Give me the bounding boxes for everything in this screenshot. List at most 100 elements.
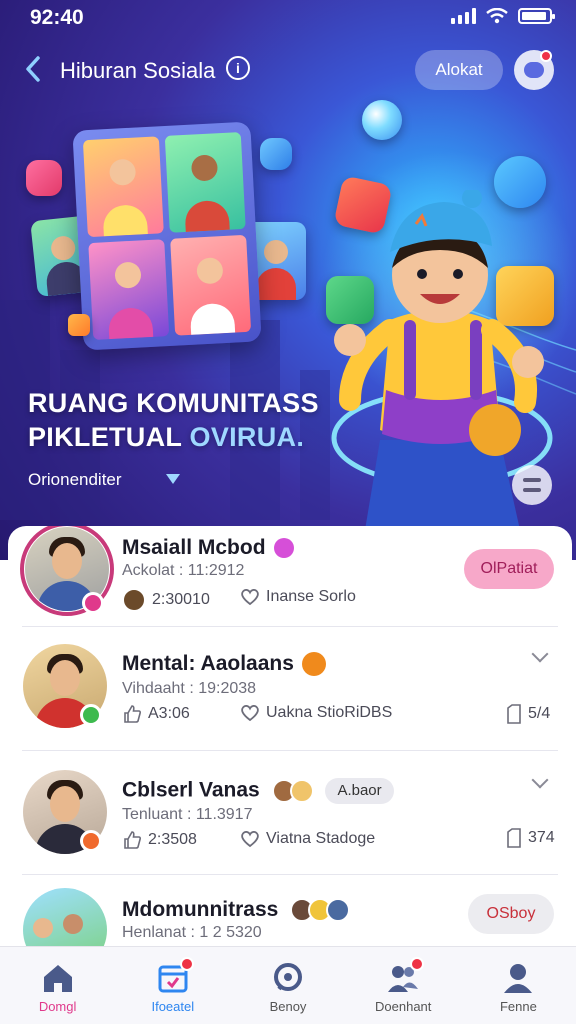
list-item-stat-likes[interactable]: A3:06 [122,704,190,724]
follow-button[interactable]: Alokat [415,50,503,90]
list-item-name: Mdomunnitrass [122,898,351,923]
stat-hearts-value: Viatna Stadoge [266,830,376,847]
notification-dot [410,957,425,971]
stat-members-value: 2:30010 [152,591,210,608]
document-icon [507,704,521,724]
count-value: 5/4 [528,705,551,722]
hero-filter-label[interactable]: Orionenditer [28,470,122,490]
tab-community-label: Doenhant [375,999,432,1014]
list-item[interactable]: Msaiall Mcbod Ackolat : 11:2912 2:30010 … [8,526,572,626]
hero-heading-line2-part: PIKLETUAL [28,422,190,452]
battery-icon [518,8,555,24]
hero-heading: RUANG KOMUNITASS PIKLETUAL OVIRUA. [28,386,319,454]
notification-dot [540,50,552,62]
chat-button[interactable] [514,50,554,90]
avatar-badge [80,830,102,852]
flame-badge-icon [301,652,326,677]
tab-home[interactable]: Domgl [0,947,115,1024]
list-item-name-text: Msaiall Mcbod [122,536,266,559]
chevron-down-icon[interactable] [531,645,549,663]
heart-outline-icon [241,831,259,848]
status-icons [451,8,555,24]
back-button[interactable] [18,52,48,86]
list-item-meta: Tenluant : 11.3917 [122,806,253,823]
heart-outline-icon [241,589,259,606]
chevron-left-icon [26,56,40,82]
divider [22,626,558,627]
member-avatar-icon [326,898,351,923]
community-list: Msaiall Mcbod Ackolat : 11:2912 2:30010 … [8,526,572,951]
list-item[interactable]: Mental: Aaolaans Vihdaaht : 19:2038 A3:0… [8,638,572,750]
list-item-stat-members: 2:30010 [122,588,210,612]
document-icon [507,828,521,848]
hero-heading-line2-accent: OVIRUA. [189,422,305,452]
tablet-video-grid-illustration [72,121,262,351]
status-bar: 92:40 [0,0,576,34]
list-item[interactable]: Mdomunnitrass Henlanat : 1 2 5320 OSboy [8,886,572,951]
tab-chat-label: Benoy [269,999,307,1014]
notification-dot [179,957,194,971]
calendar-icon [156,957,194,995]
bottom-navigation: Domgl Ifoeatel Benoy Doenhant Fenne [0,946,576,1024]
tab-events[interactable]: Ifoeatel [115,947,230,1024]
video-tile [164,132,246,233]
chevron-down-icon[interactable] [531,771,549,789]
list-item-stat-likes[interactable]: 2:3508 [122,830,197,850]
profile-icon [504,964,533,993]
verified-icon [273,538,294,559]
list-item-stat-likes[interactable]: Inanse Sorlo [240,588,356,606]
tab-chat[interactable]: Benoy [230,947,345,1024]
stat-likes-value: 2:3508 [148,831,197,848]
sticker-app-icon [68,314,90,336]
tab-profile-label: Fenne [499,999,537,1014]
avatar-badge [80,704,102,726]
avatar[interactable] [23,888,107,951]
avatar-badge [82,592,104,614]
list-item-stat-hearts[interactable]: Uakna StioRiDBS [240,704,392,722]
list-item-count: 374 [506,828,555,848]
info-icon[interactable]: i [226,56,250,80]
top-navigation: Hiburan Sosiala i Alokat [0,46,576,92]
list-item-name-text: Cblserl Vanas [122,778,260,802]
tab-community[interactable]: Doenhant [346,947,461,1024]
hero-banner: 92:40 Hiburan Sosiala i Alokat RUANG KOM… [0,0,576,560]
join-button[interactable]: OSboy [468,894,554,934]
list-item[interactable]: Cblserl Vanas A.baor Tenluant : 11.3917 … [8,762,572,874]
hero-heading-line1: RUANG KOMUNITASS [28,388,319,418]
thumbs-up-icon [124,705,141,723]
join-button[interactable]: OlPatiat [464,549,554,589]
list-item-stat-hearts[interactable]: Viatna Stadoge [240,830,375,848]
stat-likes-value: A3:06 [148,705,190,722]
hero-heading-line2: PIKLETUAL OVIRUA. [28,420,319,454]
count-value: 374 [528,829,555,846]
settings-fab-button[interactable] [512,465,552,505]
list-item-meta: Vihdaaht : 19:2038 [122,680,257,697]
home-icon [43,965,72,992]
list-item-meta: Henlanat : 1 2 5320 [122,924,262,941]
tab-profile[interactable]: Fenne [461,947,576,1024]
thumbs-up-icon [124,831,141,849]
bubble-orb [362,100,402,140]
wifi-icon [486,8,508,24]
people-icon [386,957,425,995]
page-title: Hiburan Sosiala [60,58,216,83]
list-item-name: Mental: Aaolaans [122,652,326,677]
tab-home-label: Domgl [38,999,77,1014]
tab-events-label: Ifoeatel [151,999,195,1014]
list-item-name: Msaiall Mcbod [122,536,294,560]
video-tile [88,239,170,340]
chat-bubble-icon [524,62,544,78]
member-avatar-icon [289,779,314,803]
divider [22,874,558,875]
heart-outline-icon [241,705,259,722]
status-time: 92:40 [30,6,84,29]
divider [22,750,558,751]
video-tile [170,234,252,336]
category-tag[interactable]: A.baor [325,778,394,804]
music-app-icon [26,160,62,196]
member-avatar-icon [122,588,146,612]
video-tile [82,136,164,238]
caret-down-icon[interactable] [166,474,180,484]
cellular-signal-icon [451,8,476,24]
list-item-name-text: Mdomunnitrass [122,898,279,921]
